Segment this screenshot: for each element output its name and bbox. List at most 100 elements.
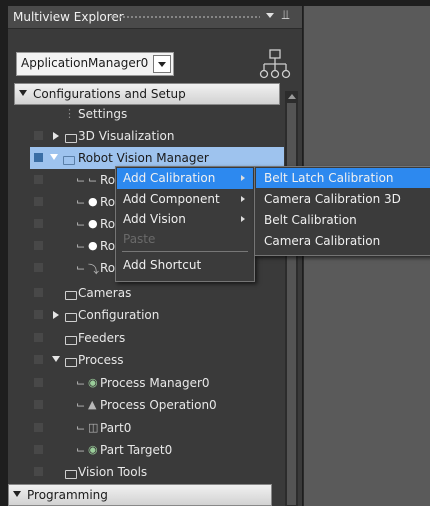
workspace-area [303,6,430,506]
tree-item-part[interactable]: ⌙ ◫ Part0 [8,417,284,439]
section-configurations-and-setup[interactable]: Configurations and Setup [14,83,280,105]
menu-item-paste: Paste [117,229,253,250]
location-icon: ⤵ [88,263,99,276]
menu-item-label: Add Shortcut [123,258,202,272]
tree-scrollbar[interactable] [285,91,298,506]
submenu-item-label: Belt Latch Calibration [264,171,394,185]
tree-check-icon [34,445,43,454]
tree-branch-icon: ⌙ [76,195,86,208]
tree-item-label: Ro [100,239,116,253]
tree-view-icon[interactable] [258,48,292,84]
menu-item-label: Add Component [123,192,220,206]
menu-item-add-calibration[interactable]: Add Calibration [117,168,253,189]
scroll-up-icon[interactable] [288,94,296,99]
tree-item-part-target[interactable]: ⌙ ◉ Part Target0 [8,439,284,461]
menu-item-label: Add Vision [123,212,186,226]
application-manager-select[interactable]: ApplicationManager0 [16,52,174,76]
vision-icon: ● [88,239,98,252]
vision-icon: ● [88,195,98,208]
tree-item-process-operation[interactable]: ⌙ ▲ Process Operation0 [8,394,284,416]
tree-item-cameras[interactable]: Cameras [8,282,284,304]
folder-icon [65,336,77,345]
tree-item-configuration[interactable]: Configuration [8,304,284,326]
tree-check-icon [34,153,43,162]
pin-icon[interactable]: ⫫ [282,8,289,23]
tree-check-icon [34,355,43,364]
tree-item-label: Ro [100,261,116,275]
context-menu: Add Calibration Add Component Add Vision… [115,166,255,282]
vision-icon: ● [88,217,98,230]
panel-title: Multiview Explorer [13,10,124,24]
tree-check-icon [34,423,43,432]
tree-item-label: Cameras [78,286,132,300]
part-target-icon: ◉ [88,443,98,456]
folder-icon [65,470,77,479]
tree-check-icon [34,400,43,409]
tree-item-label: Ro [100,195,116,209]
expand-down-icon [13,491,21,497]
folder-icon [65,291,77,300]
tree-item-label: Feeders [78,331,126,345]
tree-branch-icon: ⌙ [76,239,86,252]
menu-item-add-shortcut[interactable]: Add Shortcut [117,255,253,276]
tree-item-process[interactable]: Process [8,349,284,371]
menu-item-add-vision[interactable]: Add Vision [117,209,253,230]
submenu-item-label: Camera Calibration 3D [264,192,401,206]
expand-down-icon[interactable] [50,154,58,160]
submenu-item-label: Camera Calibration [264,234,381,248]
tree-item-label: Part Target0 [100,443,173,457]
expand-down-icon[interactable] [52,356,60,362]
tree-branch-icon: ⌙ [76,443,86,456]
tree-item-feeders[interactable]: Feeders [8,327,284,349]
expand-right-icon[interactable] [53,311,59,319]
tree-item-vision-tools[interactable]: Vision Tools [8,461,284,483]
tree-item-label: Process Operation0 [100,398,217,412]
expand-down-icon [19,90,27,96]
tree-branch-icon: ⌙ [76,173,86,186]
panel-menu-dropdown-icon[interactable] [266,13,274,18]
tree-item-label: Settings [78,107,128,121]
tree-item-label: Robot Vision Manager [78,151,209,165]
calibration-icon: ⌙ [88,173,98,186]
expand-right-icon[interactable] [53,132,59,140]
dropdown-arrow-icon[interactable] [153,55,171,73]
tree-check-icon [34,378,43,387]
folder-icon [63,156,75,165]
section-label: Configurations and Setup [33,87,186,101]
tree-check-icon [34,175,43,184]
tree-check-icon [34,131,43,140]
submenu-item-camera-calibration[interactable]: Camera Calibration [256,231,430,251]
submenu-item-belt-latch-calibration[interactable]: Belt Latch Calibration [256,168,430,188]
tree-item-process-manager[interactable]: ⌙ ◉ Process Manager0 [8,372,284,394]
part-icon: ◫ [88,421,99,434]
menu-item-add-component[interactable]: Add Component [117,189,253,210]
scroll-thumb[interactable] [287,103,296,505]
submenu-item-camera-calibration-3d[interactable]: Camera Calibration 3D [256,189,430,209]
application-manager-value: ApplicationManager0 [21,56,149,70]
process-manager-icon: ◉ [88,376,98,389]
submenu-arrow-icon [241,175,245,181]
tree-item-label: Process [78,353,124,367]
folder-icon [65,134,77,143]
tree-check-icon [34,467,43,476]
tree-branch-icon: ⌙ [76,261,86,274]
submenu-item-label: Belt Calibration [264,213,357,227]
folder-icon [65,358,77,367]
tree-check-icon [34,310,43,319]
section-programming[interactable]: Programming [8,484,272,506]
menu-item-label: Add Calibration [123,171,216,185]
submenu-item-belt-calibration[interactable]: Belt Calibration [256,210,430,230]
tree-item-settings[interactable]: ⋮⋮ Settings [8,103,284,125]
drag-grip[interactable] [110,15,260,20]
tree-check-icon [34,288,43,297]
process-operation-icon: ▲ [88,398,97,411]
tree-item-label: Process Manager0 [100,376,210,390]
tree-item-label: 3D Visualization [78,129,175,143]
tree-check-icon [34,263,43,272]
tree-check-icon [34,197,43,206]
calibration-submenu: Belt Latch Calibration Camera Calibratio… [254,166,430,256]
submenu-arrow-icon [241,216,245,222]
submenu-arrow-icon [241,196,245,202]
tree-branch-icon: ⌙ [76,398,86,411]
tree-item-3d-visualization[interactable]: 3D Visualization [8,125,284,147]
